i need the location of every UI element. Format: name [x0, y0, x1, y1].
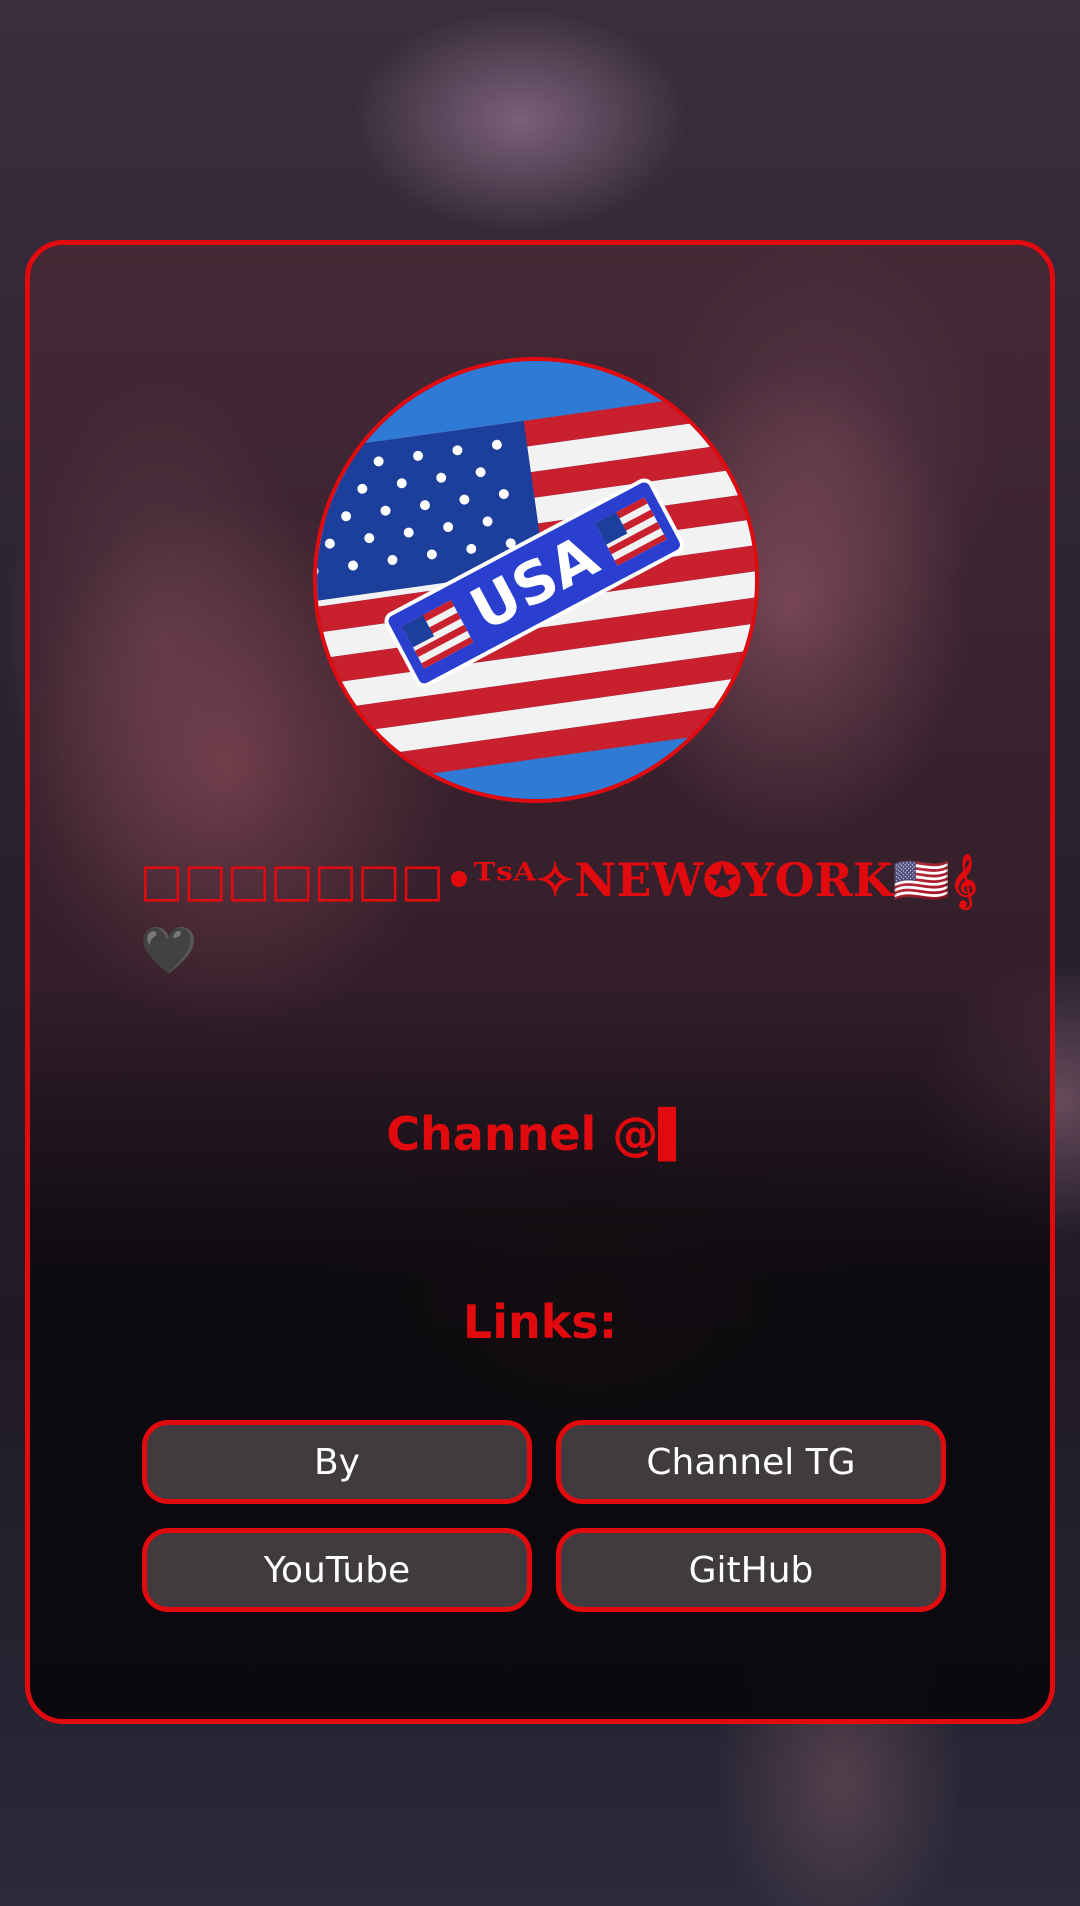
- usa-flag-icon: USA: [317, 361, 755, 799]
- youtube-button[interactable]: YouTube: [142, 1528, 532, 1612]
- channel-tg-button[interactable]: Channel TG: [556, 1420, 946, 1504]
- github-button[interactable]: GitHub: [556, 1528, 946, 1612]
- profile-name: □□□□□□□•ᵁˢᴬ✧NEW✪YORK🇺🇸𝄞 🖤: [140, 853, 978, 977]
- links-grid: By Channel TG YouTube GitHub: [142, 1420, 946, 1612]
- channel-handle: Channel @▌: [386, 1107, 694, 1161]
- by-button[interactable]: By: [142, 1420, 532, 1504]
- profile-card: USA □□□□□□□•ᵁˢᴬ✧NEW✪YORK🇺🇸𝄞 🖤 Channel @▌…: [25, 240, 1055, 1724]
- links-heading: Links:: [462, 1295, 618, 1349]
- avatar: USA: [313, 357, 759, 803]
